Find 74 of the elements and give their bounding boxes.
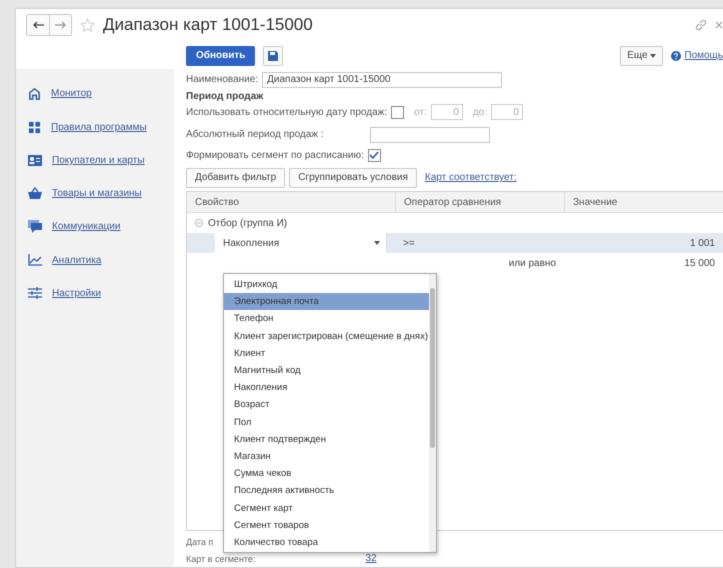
dropdown-item[interactable]: Магазин — [224, 448, 429, 466]
table-cell-text: >= — [402, 236, 416, 251]
date-label: Дата п — [186, 536, 214, 547]
relative-date-label: Использовать относительную дату продаж: — [186, 106, 388, 118]
dropdown-item[interactable]: Клиент зарегистрирован (смещение в днях) — [224, 328, 429, 345]
sidebar-item[interactable]: Аналитика — [28, 254, 174, 266]
sidebar-item[interactable]: Коммуникации — [28, 220, 174, 233]
dropdown-item[interactable]: Сегмент карт — [224, 499, 429, 517]
dropdown-item[interactable]: Сегмент товаров — [224, 516, 429, 534]
star-icon[interactable] — [80, 18, 95, 32]
table-cell-text: 15 000 — [683, 256, 716, 271]
table-cell-text: 1 001 — [688, 236, 716, 251]
match-link[interactable]: Карт соответствует: — [424, 172, 517, 184]
absolute-period-label: Абсолютный период продаж : — [186, 129, 325, 140]
close-icon[interactable] — [715, 21, 723, 29]
caret-icon[interactable] — [374, 241, 380, 246]
dropdown-item[interactable]: Накопления — [224, 379, 429, 396]
dropdown-item[interactable]: Клиент — [224, 344, 429, 362]
schedule-checkbox[interactable] — [368, 149, 381, 162]
from-label: от: — [414, 106, 427, 118]
back-arrow-icon — [32, 21, 44, 29]
line-chart-icon — [28, 254, 42, 266]
refresh-button[interactable]: Обновить — [186, 46, 256, 66]
column-header: Свойство — [194, 196, 240, 210]
relative-date-checkbox[interactable] — [391, 106, 404, 119]
sidebar-item[interactable]: Покупатели и карты — [28, 155, 174, 166]
sliders-icon — [28, 287, 42, 299]
table-cell-text: или равно — [508, 256, 557, 271]
property-select[interactable]: Накопления — [215, 233, 387, 254]
cards-count-link[interactable]: 32 — [365, 553, 377, 564]
save-button[interactable] — [263, 46, 284, 66]
absolute-period-field[interactable] — [370, 126, 490, 142]
column-header: Оператор сравнения — [395, 192, 564, 212]
dropdown-item[interactable]: Пол — [224, 414, 429, 431]
home-icon — [28, 87, 41, 100]
cards-label: Карт в сегменте: — [186, 554, 256, 564]
period-heading: Период продаж — [186, 90, 264, 102]
dropdown-item[interactable]: Последняя активность — [224, 482, 429, 500]
filter-button[interactable]: Добавить фильтр — [186, 168, 286, 188]
more-button[interactable]: Еще — [620, 46, 664, 66]
forward-arrow-icon — [55, 21, 66, 29]
dropdown-item[interactable]: Возраст — [224, 396, 429, 414]
link-icon[interactable] — [695, 19, 707, 31]
help-icon — [671, 50, 682, 61]
dropdown-item[interactable]: Количество товара — [224, 534, 429, 551]
help-link[interactable]: Помощь — [671, 50, 723, 62]
schedule-label: Формировать сегмент по расписанию: — [186, 150, 364, 162]
basket-icon — [28, 187, 42, 199]
to-label: до: — [472, 106, 487, 118]
name-label: Наименование: — [186, 74, 258, 86]
column-header: Значение — [564, 192, 723, 212]
id-card-icon — [28, 155, 42, 166]
save-icon — [268, 50, 278, 61]
collapse-icon[interactable] — [195, 219, 203, 228]
name-field[interactable]: Диапазон карт 1001-15000 — [262, 72, 502, 88]
dropdown-item[interactable]: Штрихкод — [224, 276, 429, 294]
dropdown-item[interactable]: Электронная почта — [224, 293, 429, 310]
dropdown-item[interactable]: Телефон — [224, 310, 429, 328]
scrollbar[interactable] — [429, 274, 436, 552]
dropdown-item[interactable]: Сумма чеков — [224, 465, 429, 482]
chat-icon — [28, 220, 42, 233]
window-title: Диапазон карт 1001-15000 — [103, 15, 314, 35]
back-button[interactable] — [27, 15, 49, 35]
sidebar-item[interactable]: Настройки — [28, 287, 174, 299]
group-label: Отбор (группа И) — [208, 218, 288, 229]
dropdown-item[interactable]: Магнитный код — [224, 362, 429, 380]
caret-icon — [650, 54, 656, 58]
sidebar-item[interactable]: Товары и магазины — [28, 187, 174, 199]
dropdown-item[interactable]: Клиент подтвержден — [224, 430, 429, 448]
grid-icon — [28, 121, 41, 134]
filter-button[interactable]: Сгруппировать условия — [289, 168, 417, 188]
table-row[interactable]: Накопления >= 1 001 — [187, 233, 723, 254]
sidebar-item[interactable]: Монитор — [28, 87, 174, 100]
sidebar-item[interactable]: Правила программы — [28, 121, 174, 134]
